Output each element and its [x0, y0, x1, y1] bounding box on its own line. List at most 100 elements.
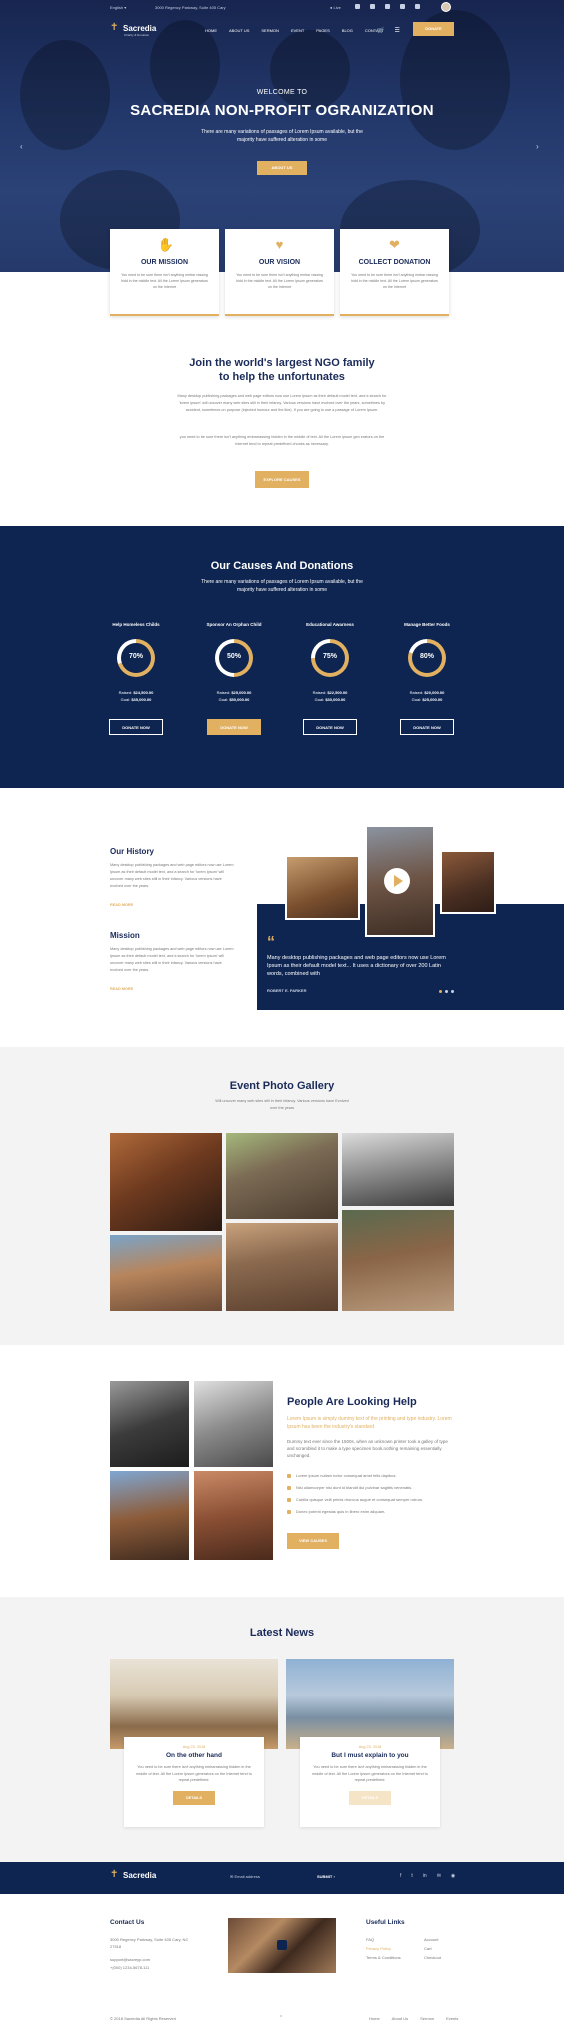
- back-to-top-icon[interactable]: ⌃: [279, 2015, 283, 2021]
- hamburger-icon[interactable]: ☰: [394, 27, 399, 34]
- news-title: Latest News: [249, 1627, 315, 1639]
- mission-text: Many desktop publishing packages and web…: [110, 947, 234, 972]
- menu-home[interactable]: HOME: [205, 28, 217, 33]
- footer-link[interactable]: Cart: [424, 1946, 432, 1951]
- footer-phone: +(000) 1234-5678-111: [110, 1965, 150, 1970]
- view-causes-button[interactable]: VIEW CAUSES: [287, 1533, 339, 1549]
- news-card-title[interactable]: But I must explain to you: [300, 1752, 440, 1759]
- history-read-more[interactable]: READ MORE: [110, 903, 133, 907]
- help-photo: [110, 1381, 189, 1467]
- donate-now-button[interactable]: DONATE NOW: [400, 719, 454, 735]
- twitter-icon[interactable]: t: [411, 1873, 412, 1879]
- footer-link[interactable]: Account: [424, 1937, 438, 1942]
- menu-about[interactable]: ABOUT US: [229, 28, 249, 33]
- linkedin-icon[interactable]: [385, 4, 390, 9]
- bottom-link[interactable]: Home: [369, 2016, 380, 2021]
- cause-item: Manage Better Foods 80% Raised: $20,000.…: [399, 622, 455, 735]
- donate-now-button[interactable]: DONATE NOW: [109, 719, 163, 735]
- twitter-icon[interactable]: [370, 4, 375, 9]
- news-section: Latest News Aug 23, 2018 On the other ha…: [0, 1597, 564, 1862]
- cause-item: Help Homeless Childs 70% Raised: $24,500…: [108, 622, 164, 735]
- list-item: Cubilia quisque velit primis rhoncus aug…: [287, 1497, 455, 1509]
- gallery-photo[interactable]: [110, 1235, 222, 1311]
- hero-kicker: WELCOME TO: [256, 89, 308, 96]
- footer-links-title: Useful Links: [366, 1919, 405, 1926]
- slider-next-icon[interactable]: ›: [536, 142, 539, 151]
- instagram-icon[interactable]: [277, 1940, 287, 1950]
- help-list: Lorem ipsum nullam tortor consequat amet…: [287, 1473, 455, 1521]
- slider-dot[interactable]: [445, 990, 448, 993]
- join-paragraph-2: you need to be sure there isn't anything…: [179, 435, 385, 446]
- news-card-title[interactable]: On the other hand: [124, 1752, 264, 1759]
- language-selector[interactable]: English ▾: [110, 5, 126, 10]
- gallery-title: Event Photo Gallery: [229, 1080, 335, 1092]
- slider-dot[interactable]: [439, 990, 442, 993]
- footer-email[interactable]: support@sacreyp.com: [110, 1956, 190, 1963]
- footer-link[interactable]: FAQ: [366, 1937, 374, 1942]
- mail-icon[interactable]: [400, 4, 405, 9]
- bottom-link[interactable]: About Us: [392, 2016, 408, 2021]
- facebook-icon[interactable]: f: [400, 1873, 401, 1879]
- mail-icon[interactable]: ✉: [437, 1873, 441, 1879]
- page: English ▾ 3000 Regency Parkway, Suite 40…: [0, 0, 564, 2034]
- avatar[interactable]: [441, 2, 451, 12]
- list-item: Nisi ullamcorper nisi dunt id blandit du…: [287, 1485, 455, 1497]
- progress-ring: 70%: [117, 639, 155, 677]
- history-title: Our History: [110, 847, 155, 856]
- footer-social: f t in ✉ ◉: [400, 1873, 455, 1879]
- bottom-links: Home About Us Sermon Events: [369, 2016, 458, 2021]
- facebook-icon[interactable]: [355, 4, 360, 9]
- footer-logo[interactable]: ✝ Sacredia: [110, 1869, 156, 1881]
- menu-pages[interactable]: PAGES: [316, 28, 330, 33]
- footer-link[interactable]: Checkout: [424, 1955, 441, 1960]
- gallery-photo[interactable]: [342, 1210, 454, 1311]
- slider-prev-icon[interactable]: ‹: [20, 142, 23, 151]
- history-photo: [440, 850, 496, 914]
- logo-tagline: Charity & Donation: [124, 33, 150, 37]
- linkedin-icon[interactable]: in: [423, 1873, 427, 1879]
- donation-icon: ❤: [389, 237, 400, 252]
- gallery-photo[interactable]: [110, 1133, 222, 1231]
- donate-now-button[interactable]: DONATE NOW: [303, 719, 357, 735]
- live-link[interactable]: ● Live: [330, 5, 341, 10]
- newsletter-email-input[interactable]: ✉ Email address: [230, 1874, 260, 1879]
- explore-causes-button[interactable]: EXPLORE CAUSES: [255, 471, 309, 488]
- gallery-photo[interactable]: [342, 1133, 454, 1206]
- join-title: Join the world's largest NGO family to h…: [189, 357, 375, 383]
- help-photo: [110, 1471, 189, 1560]
- submit-button[interactable]: SUBMIT ›: [317, 1874, 335, 1879]
- bottom-link[interactable]: Sermon: [420, 2016, 434, 2021]
- hero-title: SACREDIA NON-PROFIT OGRANIZATION: [130, 102, 434, 119]
- about-us-button[interactable]: ABOUT US: [257, 161, 307, 175]
- news-photo[interactable]: [110, 1659, 278, 1749]
- news-photo[interactable]: [286, 1659, 454, 1749]
- footer-link[interactable]: Privacy Policy: [366, 1946, 391, 1951]
- gallery-photo[interactable]: [226, 1223, 338, 1311]
- cross-logo-icon: ✝: [110, 1869, 119, 1880]
- mission-read-more[interactable]: READ MORE: [110, 987, 133, 991]
- menu-event[interactable]: EVENT: [291, 28, 304, 33]
- menu-sermon[interactable]: SERMON: [261, 28, 279, 33]
- mission-title: Mission: [110, 931, 140, 940]
- details-button[interactable]: DETAILS: [173, 1790, 215, 1805]
- progress-ring: 50%: [215, 639, 253, 677]
- footer-link[interactable]: Terms & Conditions: [366, 1955, 401, 1960]
- testimonial-author: ROBERT E. PARKER: [267, 988, 307, 993]
- donate-now-button[interactable]: DONATE NOW: [207, 719, 261, 735]
- search-icon[interactable]: [415, 4, 420, 9]
- menu-blog[interactable]: BLOG: [342, 28, 353, 33]
- rss-icon[interactable]: ◉: [451, 1873, 455, 1879]
- donate-button[interactable]: DONATE: [413, 22, 454, 36]
- details-button[interactable]: DETAILS: [349, 1790, 391, 1805]
- cart-icon[interactable]: 🛒: [377, 27, 384, 34]
- join-paragraph-1: Many desktop publishing packages and web…: [177, 394, 387, 412]
- feature-card-vision: ♥ OUR VISION You need to be sure there i…: [225, 229, 334, 316]
- play-icon[interactable]: [384, 868, 410, 894]
- causes-title: Our Causes And Donations: [210, 560, 354, 572]
- progress-ring: 80%: [408, 639, 446, 677]
- feature-card-mission: ✋ OUR MISSION You need to be sure there …: [110, 229, 219, 316]
- top-bar: English ▾ 3000 Regency Parkway, Suite 40…: [0, 0, 564, 14]
- slider-dot[interactable]: [451, 990, 454, 993]
- bottom-link[interactable]: Events: [446, 2016, 458, 2021]
- gallery-photo[interactable]: [226, 1133, 338, 1219]
